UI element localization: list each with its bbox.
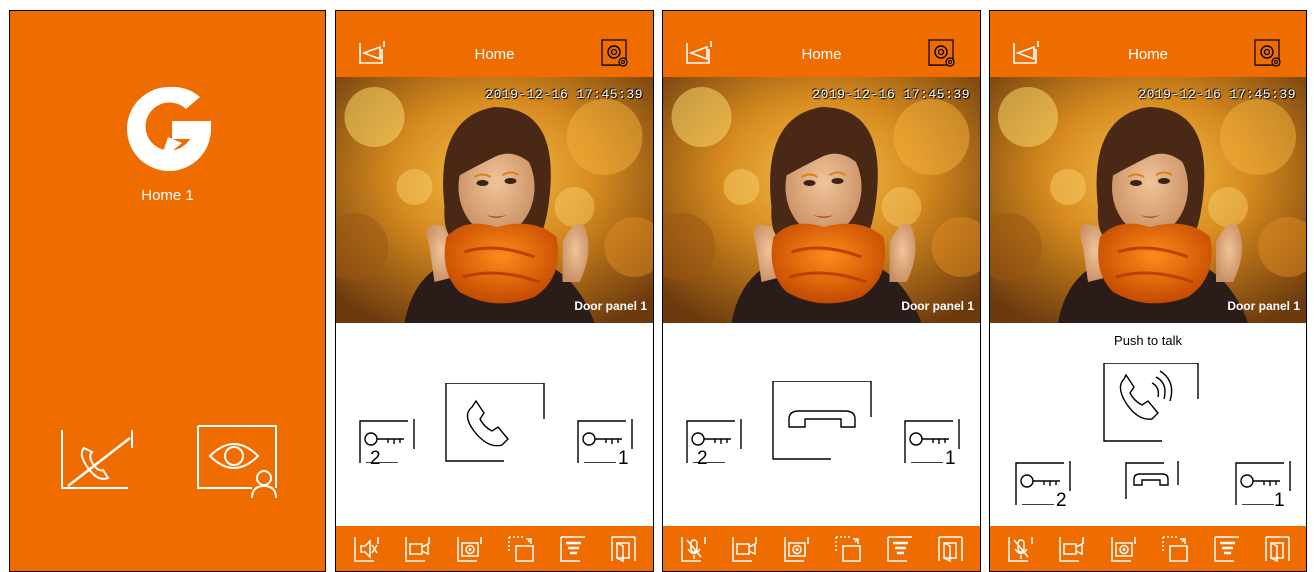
footer-toolbar [990,526,1306,571]
lock-2-number: 2 [370,448,381,469]
door-panel-label: Door panel 1 [1227,299,1300,313]
door-panel-label: Door panel 1 [574,299,647,313]
lock-1-number: 1 [1274,490,1285,511]
footer-toolbar [336,526,653,571]
lock-1-number: 1 [945,448,956,469]
lock-2-number: 2 [1056,490,1067,511]
door-icon[interactable] [1263,534,1293,564]
door-icon[interactable] [609,534,639,564]
mic-off-icon[interactable] [1006,534,1036,564]
push-to-talk-label: Push to talk [1114,333,1182,348]
header-bar: Home [663,11,980,77]
accept-call-button[interactable] [444,382,548,470]
switch-camera-icon[interactable] [506,534,536,564]
hang-up-button[interactable] [1124,459,1180,504]
settings-icon[interactable] [601,39,631,69]
call-screen-in-call: Home 2019-12-16 17:45:39 Door panel 1 2 … [662,10,981,572]
door-icon[interactable] [936,534,966,564]
video-icon[interactable] [403,534,433,564]
mute-icon[interactable] [352,534,382,564]
camera-capture-icon[interactable] [1109,534,1139,564]
video-feed [336,77,653,323]
switch-camera-icon[interactable] [1160,534,1190,564]
header-bar: Home [336,11,653,77]
camera-capture-icon[interactable] [455,534,485,564]
menu-icon[interactable] [1212,534,1242,564]
mic-off-icon[interactable] [679,534,709,564]
lock-1-number: 1 [618,448,629,469]
open-lock-2-button[interactable] [358,417,416,468]
video-icon[interactable] [1057,534,1087,564]
menu-icon[interactable] [885,534,915,564]
lock-2-number: 2 [697,448,708,469]
camera-view: 2019-12-16 17:45:39 Door panel 1 [990,77,1306,323]
push-to-talk-button[interactable] [1102,362,1202,450]
door-panel-label: Door panel 1 [901,299,974,313]
video-feed [990,77,1306,323]
timestamp: 2019-12-16 17:45:39 [812,87,970,102]
menu-icon[interactable] [558,534,588,564]
standby-screen: Home 1 [9,10,326,572]
header-bar: Home [990,11,1306,77]
video-icon[interactable] [730,534,760,564]
camera-view: 2019-12-16 17:45:39 Door panel 1 [663,77,980,323]
settings-icon[interactable] [1254,39,1284,69]
settings-icon[interactable] [928,39,958,69]
screens-row: Home 1 Home 2019-12-16 17:45:39 Door pan… [0,0,1314,572]
camera-capture-icon[interactable] [782,534,812,564]
apartment-label: Home 1 [141,187,194,204]
footer-toolbar [663,526,980,571]
call-screen-push-to-talk: Home 2019-12-16 17:45:39 Door panel 1 Pu… [989,10,1307,572]
logo-icon [127,86,211,171]
no-call-icon[interactable] [56,424,141,494]
video-feed [663,77,980,323]
camera-view: 2019-12-16 17:45:39 Door panel 1 [336,77,653,323]
hang-up-button[interactable] [771,380,875,468]
timestamp: 2019-12-16 17:45:39 [1138,87,1296,102]
view-camera-icon[interactable] [194,422,279,498]
open-lock-2-button[interactable] [685,417,743,468]
timestamp: 2019-12-16 17:45:39 [485,87,643,102]
call-screen-incoming: Home 2019-12-16 17:45:39 Door panel 1 2 … [335,10,654,572]
switch-camera-icon[interactable] [833,534,863,564]
